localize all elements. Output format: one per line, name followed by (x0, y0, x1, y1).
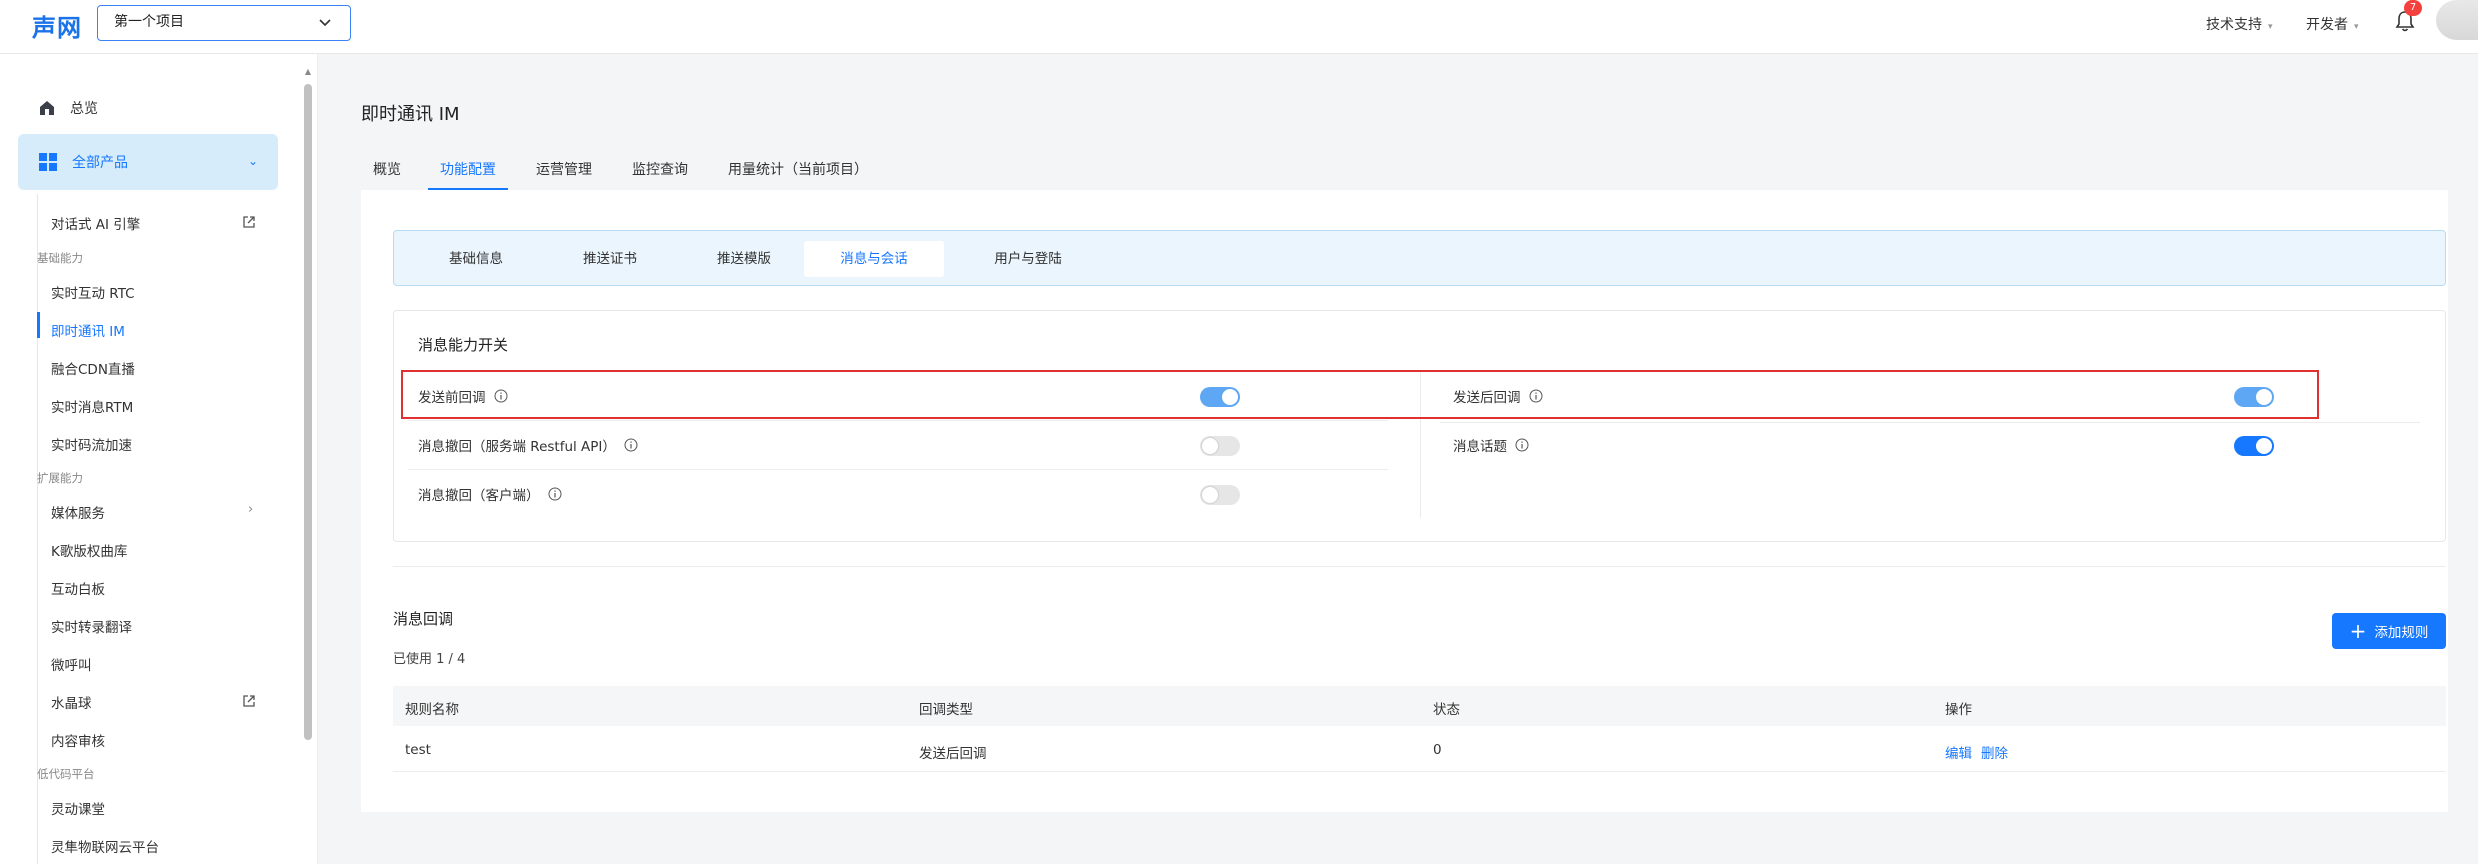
table-row: test 发送后回调 0 编辑 删除 (393, 730, 2446, 772)
project-select-value: 第一个项目 (114, 14, 184, 30)
tab-usage[interactable]: 用量统计（当前项目） (728, 150, 868, 190)
toggle-recall-client[interactable] (1200, 485, 1240, 505)
chevron-down-icon (319, 19, 331, 27)
sidebar-item-im[interactable]: 即时通讯 IM (51, 320, 125, 340)
table-header: 规则名称 回调类型 状态 操作 (393, 686, 2446, 726)
divider (1440, 422, 2420, 423)
highlight-box (401, 370, 2319, 419)
tab-feature-config[interactable]: 功能配置 (428, 150, 508, 190)
divider (408, 420, 1388, 421)
column-header: 操作 (1945, 702, 1972, 718)
callback-type-cell: 发送后回调 (919, 746, 987, 762)
rule-name-cell: test (405, 742, 431, 758)
caret-down-icon: ▾ (2268, 22, 2273, 32)
tab-overview[interactable]: 概览 (373, 150, 401, 190)
page-title: 即时通讯 IM (361, 104, 460, 125)
toggle-message-topic[interactable] (2234, 436, 2274, 456)
switch-label-recall-client: 消息撤回（客户端） (418, 484, 562, 504)
home-icon (40, 101, 54, 115)
edit-link[interactable]: 编辑 (1945, 742, 1972, 762)
brand-logo[interactable]: 声网 (32, 8, 82, 43)
subtab-push-cert[interactable]: 推送证书 (558, 241, 662, 277)
scroll-up-icon[interactable]: ▲ (304, 68, 312, 76)
notification-badge: 7 (2404, 0, 2422, 16)
avatar[interactable] (2436, 0, 2478, 40)
sidebar-item-ktv[interactable]: K歌版权曲库 (51, 540, 127, 560)
column-header: 规则名称 (405, 702, 459, 718)
chevron-right-icon: › (248, 502, 254, 517)
column-header: 状态 (1433, 702, 1460, 718)
active-indicator (37, 312, 40, 338)
developer-label: 开发者 (2306, 17, 2348, 33)
delete-link[interactable]: 删除 (1981, 742, 2008, 762)
group-label-lowcode: 低代码平台 (37, 767, 95, 781)
subtab-user-login[interactable]: 用户与登陆 (958, 241, 1098, 277)
group-label-extended: 扩展能力 (37, 471, 83, 485)
subtab-bar: 基础信息 推送证书 推送模版 消息与会话 用户与登陆 (393, 230, 2446, 286)
grid-icon (39, 153, 57, 171)
section-divider (393, 566, 2446, 567)
sidebar-item-micro-call[interactable]: 微呼叫 (51, 654, 92, 674)
developer-menu[interactable]: 开发者 ▾ (2306, 14, 2359, 34)
tech-support-menu[interactable]: 技术支持 ▾ (2206, 14, 2273, 34)
sidebar-scrollbar[interactable]: ▲ (304, 68, 312, 740)
label-text: 消息撤回（服务端 Restful API） (418, 439, 616, 455)
project-select[interactable]: 第一个项目 (97, 5, 351, 41)
sidebar-item-media-service[interactable]: 媒体服务 (51, 502, 105, 522)
info-icon[interactable] (548, 487, 562, 501)
tab-monitoring[interactable]: 监控查询 (632, 150, 688, 190)
sidebar-item-moderation[interactable]: 内容审核 (51, 730, 105, 750)
sidebar-item-iot-platform[interactable]: 灵隼物联网云平台 (51, 836, 159, 856)
top-bar: 声网 第一个项目 技术支持 ▾ 开发者 ▾ 7 (0, 0, 2478, 54)
info-icon[interactable] (624, 438, 638, 452)
sidebar: ▲ 总览 全部产品 ⌄ 对话式 AI 引擎 基础能力 实时互动 RTC 即时通讯… (0, 54, 318, 864)
external-link-icon[interactable] (242, 215, 256, 229)
status-cell: 0 (1433, 742, 1442, 758)
sidebar-item-transcription[interactable]: 实时转录翻译 (51, 616, 132, 636)
subtab-push-template[interactable]: 推送模版 (692, 241, 796, 277)
sidebar-item-label: 总览 (70, 101, 98, 117)
toggle-recall-server[interactable] (1200, 436, 1240, 456)
tab-operations[interactable]: 运营管理 (536, 150, 592, 190)
add-rule-label: 添加规则 (2374, 625, 2429, 641)
external-link-icon[interactable] (242, 694, 256, 708)
sidebar-item-flexible-classroom[interactable]: 灵动课堂 (51, 798, 105, 818)
sidebar-item-stream-accel[interactable]: 实时码流加速 (51, 434, 132, 454)
tech-support-label: 技术支持 (2206, 17, 2262, 33)
scrollbar-thumb[interactable] (304, 84, 312, 740)
switch-label-message-topic: 消息话题 (1453, 435, 1529, 455)
switch-label-recall-server: 消息撤回（服务端 Restful API） (418, 435, 638, 455)
column-header: 回调类型 (919, 702, 973, 718)
caret-down-icon: ▾ (2354, 22, 2359, 32)
card-title: 消息能力开关 (418, 336, 509, 354)
divider (408, 469, 1388, 470)
sidebar-item-conversational-ai[interactable]: 对话式 AI 引擎 (51, 213, 140, 233)
sidebar-item-crystal-ball[interactable]: 水晶球 (51, 692, 92, 712)
add-rule-button[interactable]: + 添加规则 (2332, 613, 2446, 649)
sidebar-item-whiteboard[interactable]: 互动白板 (51, 578, 105, 598)
sidebar-item-rtc[interactable]: 实时互动 RTC (51, 282, 135, 302)
info-icon[interactable] (1515, 438, 1529, 452)
subtab-basic-info[interactable]: 基础信息 (424, 241, 528, 277)
callback-section-title: 消息回调 (393, 610, 454, 628)
chevron-down-icon: ⌄ (247, 154, 258, 168)
subtab-message-session[interactable]: 消息与会话 (804, 241, 944, 277)
sidebar-item-label: 全部产品 (72, 155, 128, 171)
group-label-basic: 基础能力 (37, 251, 83, 265)
plus-icon: + (2349, 619, 2367, 643)
usage-count: 已使用 1 / 4 (393, 652, 466, 667)
label-text: 消息撤回（客户端） (418, 488, 540, 504)
sidebar-item-overview[interactable]: 总览 (38, 96, 98, 120)
label-text: 消息话题 (1453, 439, 1507, 455)
sidebar-item-all-products[interactable]: 全部产品 ⌄ (18, 134, 278, 190)
sidebar-item-cdn[interactable]: 融合CDN直播 (51, 358, 135, 378)
sidebar-item-rtm[interactable]: 实时消息RTM (51, 396, 133, 416)
